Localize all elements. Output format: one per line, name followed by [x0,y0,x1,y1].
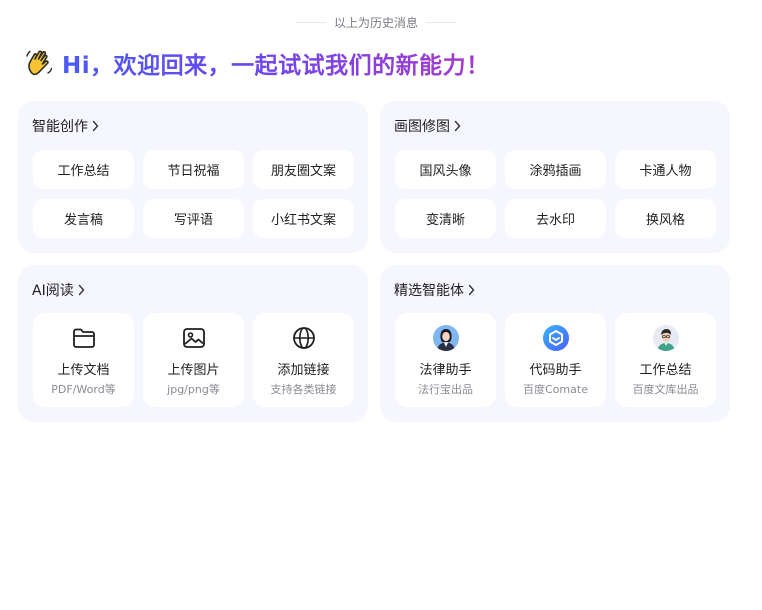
chip-holiday-wishes[interactable]: 节日祝福 [143,150,244,189]
folder-icon [71,325,97,351]
image-icon [181,325,207,351]
reading-card-title: AI阅读 [32,283,74,299]
upload-image-tile[interactable]: 上传图片 jpg/png等 [143,313,244,407]
upload-document-tile[interactable]: 上传文档 PDF/Word等 [33,313,134,407]
lawyer-avatar-icon [432,325,459,351]
chevron-right-icon [454,120,461,132]
chevron-right-icon [78,284,84,296]
chevron-right-icon [92,120,99,132]
tile-title: 上传图片 [167,363,220,378]
chip-doodle-illustration[interactable]: 涂鸦插画 [505,150,606,189]
chevron-right-icon [468,284,475,296]
tile-title: 添加链接 [277,363,330,378]
chip-remove-watermark[interactable]: 去水印 [505,199,606,238]
tile-subtitle: 法行宝出品 [418,383,473,396]
creation-card: 智能创作 工作总结 节日祝福 朋友圈文案 发言稿 写评语 小红书文案 [18,101,368,253]
divider-line-left [296,21,326,23]
chip-change-style[interactable]: 换风格 [615,199,716,238]
waving-hand-icon [26,50,53,76]
greeting-row: Hi，欢迎回来，一起试试我们的新能力！ [24,46,490,80]
image-card-header[interactable]: 画图修图 [394,116,461,136]
chip-enhance-clarity[interactable]: 变清晰 [395,199,496,238]
reading-card: AI阅读 上传文档 PDF/Word等 上传图片 jpg/png等 添加链接 支… [18,265,368,422]
tile-subtitle: PDF/Word等 [51,383,116,396]
chip-xiaohongshu-copy[interactable]: 小红书文案 [253,199,354,238]
divider-line-right [426,21,457,23]
tile-subtitle: jpg/png等 [167,383,220,396]
tile-subtitle: 百度Comate [523,383,588,396]
tile-title: 上传文档 [57,363,110,378]
code-assistant-tile[interactable]: 代码助手 百度Comate [505,313,606,407]
tile-title: 代码助手 [529,363,582,378]
chip-moments-copy[interactable]: 朋友圈文案 [253,150,354,189]
chip-write-comment[interactable]: 写评语 [143,199,244,238]
worker-avatar-icon [652,325,679,351]
globe-icon [291,325,317,351]
agents-card: 精选智能体 法律助手 法行宝出品 代码助手 百度Comate 工作总结 百度文库… [380,265,730,422]
chip-cartoon-character[interactable]: 卡通人物 [615,150,716,189]
history-divider: 以上为历史消息 [296,13,457,31]
legal-assistant-tile[interactable]: 法律助手 法行宝出品 [395,313,496,407]
tile-subtitle: 百度文库出品 [632,383,699,396]
history-divider-label: 以上为历史消息 [334,15,419,30]
creation-card-title: 智能创作 [32,119,88,135]
image-card: 画图修图 国风头像 涂鸦插画 卡通人物 变清晰 去水印 换风格 [380,101,730,253]
add-link-tile[interactable]: 添加链接 支持各类链接 [253,313,354,407]
comate-logo-icon [542,325,569,351]
greeting-text: Hi，欢迎回来，一起试试我们的新能力！ [62,46,490,80]
chip-work-summary[interactable]: 工作总结 [33,150,134,189]
chip-guofeng-avatar[interactable]: 国风头像 [395,150,496,189]
tile-subtitle: 支持各类链接 [270,383,337,396]
agents-card-header[interactable]: 精选智能体 [394,280,475,300]
creation-card-header[interactable]: 智能创作 [32,116,99,136]
work-summary-agent-tile[interactable]: 工作总结 百度文库出品 [615,313,716,407]
chip-speech-draft[interactable]: 发言稿 [33,199,134,238]
tile-title: 工作总结 [639,363,692,378]
reading-card-header[interactable]: AI阅读 [32,280,85,300]
image-card-title: 画图修图 [394,119,450,135]
tile-title: 法律助手 [419,363,472,378]
agents-card-title: 精选智能体 [394,283,464,299]
